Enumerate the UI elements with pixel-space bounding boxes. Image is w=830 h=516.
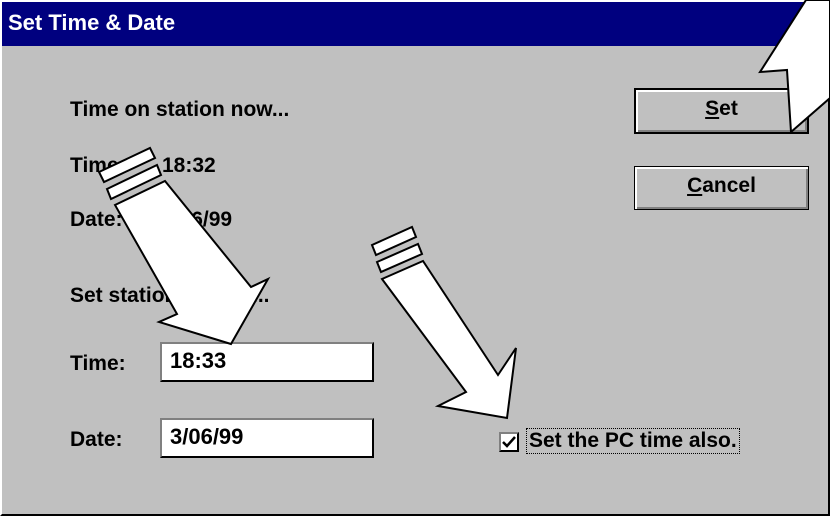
arrow-to-set-button-icon bbox=[758, 0, 830, 135]
arrow-to-time-input-icon bbox=[97, 146, 271, 346]
annotation-arrows bbox=[97, 0, 830, 420]
arrow-to-checkbox-icon bbox=[370, 225, 517, 420]
